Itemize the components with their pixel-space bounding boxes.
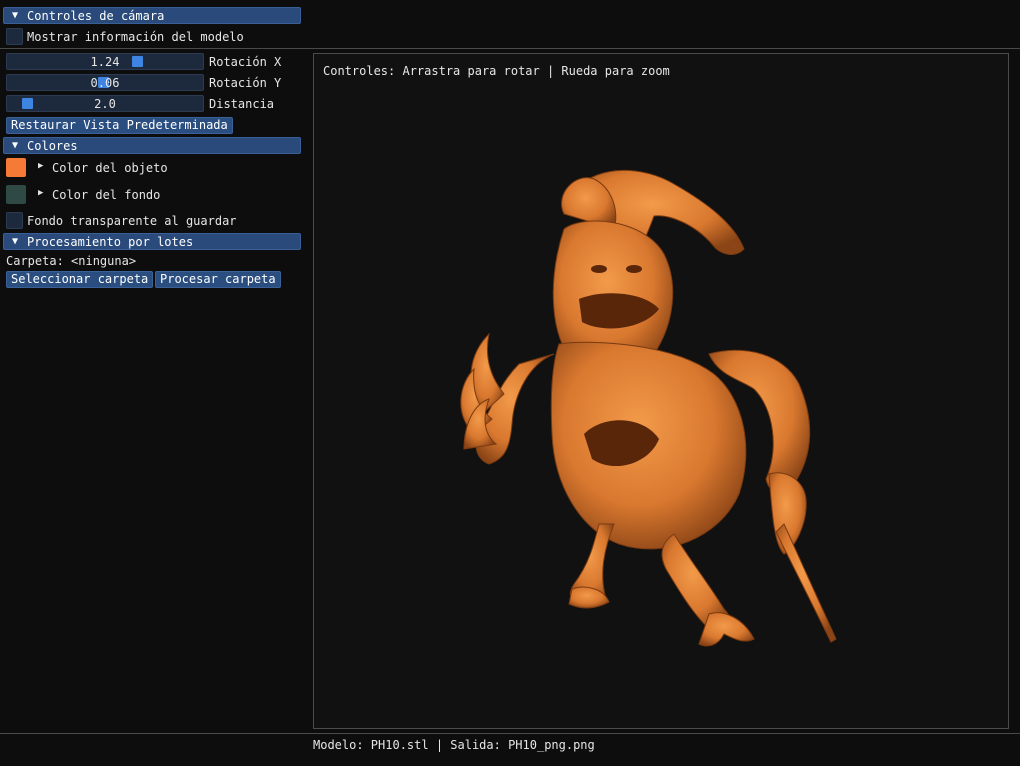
transparent-bg-checkbox[interactable] (6, 212, 23, 229)
distance-slider[interactable]: 2.0 (6, 95, 204, 112)
object-color-swatch[interactable] (6, 158, 26, 177)
camera-controls-label: Controles de cámara (27, 8, 165, 23)
collapse-triangle-icon: ▼ (12, 236, 19, 247)
folder-text: Carpeta: <ninguna> (6, 254, 137, 268)
colors-header[interactable]: ▼ Colores (3, 137, 301, 154)
bottom-separator (0, 733, 1020, 734)
expand-arrow-icon[interactable]: ▶ (38, 161, 43, 171)
background-color-swatch[interactable] (6, 185, 26, 204)
background-color-label[interactable]: Color del fondo (52, 188, 160, 202)
batch-header[interactable]: ▼ Procesamiento por lotes (3, 233, 301, 250)
rotation-x-label: Rotación X (209, 55, 282, 69)
expand-arrow-icon[interactable]: ▶ (38, 188, 43, 198)
transparent-bg-label: Fondo transparente al guardar (27, 214, 237, 228)
batch-label: Procesamiento por lotes (27, 234, 194, 249)
collapse-triangle-icon: ▼ (12, 10, 19, 21)
rotation-x-value: 1.24 (90, 55, 120, 69)
collapse-triangle-icon: ▼ (12, 140, 19, 151)
show-model-info-label: Mostrar información del modelo (27, 30, 244, 44)
distance-label: Distancia (209, 97, 275, 111)
select-folder-button[interactable]: Seleccionar carpeta (6, 271, 154, 288)
camera-controls-header[interactable]: ▼ Controles de cámara (3, 7, 301, 24)
rotation-x-slider[interactable]: 1.24 (6, 53, 204, 70)
process-folder-button[interactable]: Procesar carpeta (155, 271, 281, 288)
colors-label: Colores (27, 138, 78, 153)
reset-view-button[interactable]: Restaurar Vista Predeterminada (6, 117, 233, 134)
rotation-y-slider[interactable]: 0.06 (6, 74, 204, 91)
distance-value: 2.0 (94, 97, 116, 111)
show-model-info-checkbox[interactable] (6, 28, 23, 45)
status-bar: Modelo: PH10.stl | Salida: PH10_png.png (313, 738, 595, 752)
object-color-label[interactable]: Color del objeto (52, 161, 168, 175)
creature-model (460, 169, 837, 647)
rotation-y-value: 0.06 (90, 76, 120, 90)
model-render (460, 169, 837, 647)
top-separator (0, 48, 1020, 49)
render-viewport[interactable]: Controles: Arrastra para rotar | Rueda p… (313, 53, 1009, 729)
rotation-y-label: Rotación Y (209, 76, 282, 90)
